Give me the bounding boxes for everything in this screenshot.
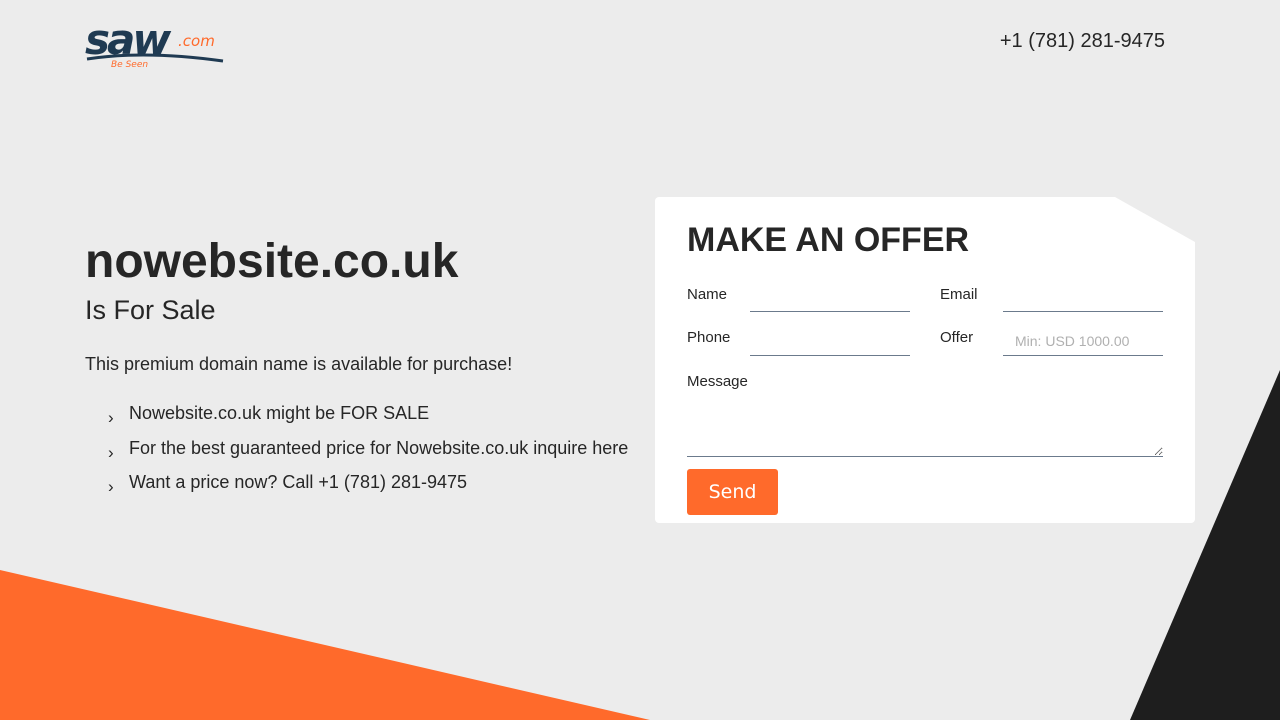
saw-logo[interactable]: saw .com Be Seen: [85, 14, 225, 70]
domain-title: nowebsite.co.uk: [85, 235, 459, 288]
orange-wedge: [0, 570, 650, 720]
message-label: Message: [687, 373, 748, 390]
message-field[interactable]: [687, 407, 1163, 457]
phone-label: Phone: [687, 329, 731, 346]
chevron-right-icon: ›: [108, 477, 114, 496]
email-label: Email: [940, 286, 978, 303]
send-button[interactable]: Send: [687, 469, 778, 515]
name-field[interactable]: [750, 282, 910, 312]
list-item[interactable]: › For the best guaranteed price for Nowe…: [108, 438, 628, 473]
email-field[interactable]: [1003, 282, 1163, 312]
offer-label: Offer: [940, 329, 974, 346]
name-label: Name: [687, 286, 728, 303]
list-item-text: Want a price now? Call +1 (781) 281-9475: [129, 472, 468, 492]
chevron-right-icon: ›: [108, 442, 114, 462]
phone-field[interactable]: [750, 326, 910, 356]
logo-suffix: .com: [178, 32, 215, 50]
offer-form-title: MAKE AN OFFER: [687, 221, 970, 259]
intro-text: This premium domain name is available fo…: [85, 354, 513, 374]
list-item: › Want a price now? Call +1 (781) 281-94…: [108, 472, 628, 507]
feature-list: › Nowebsite.co.uk might be FOR SALE › Fo…: [108, 403, 628, 507]
list-item: › Nowebsite.co.uk might be FOR SALE: [108, 403, 628, 438]
list-item-text[interactable]: For the best guaranteed price for Nowebs…: [129, 438, 628, 459]
saw-logo-mark: saw .com Be Seen: [85, 15, 224, 70]
chevron-right-icon: ›: [108, 408, 114, 427]
header-phone[interactable]: +1 (781) 281-9475: [1000, 30, 1165, 53]
for-sale-subtitle: Is For Sale: [85, 295, 216, 325]
list-item-text: Nowebsite.co.uk might be FOR SALE: [129, 403, 430, 423]
logo-tagline: Be Seen: [111, 60, 148, 70]
offer-form: MAKE AN OFFER Name Email Phone Offer Mes…: [655, 197, 1195, 523]
offer-field[interactable]: [1003, 326, 1163, 356]
